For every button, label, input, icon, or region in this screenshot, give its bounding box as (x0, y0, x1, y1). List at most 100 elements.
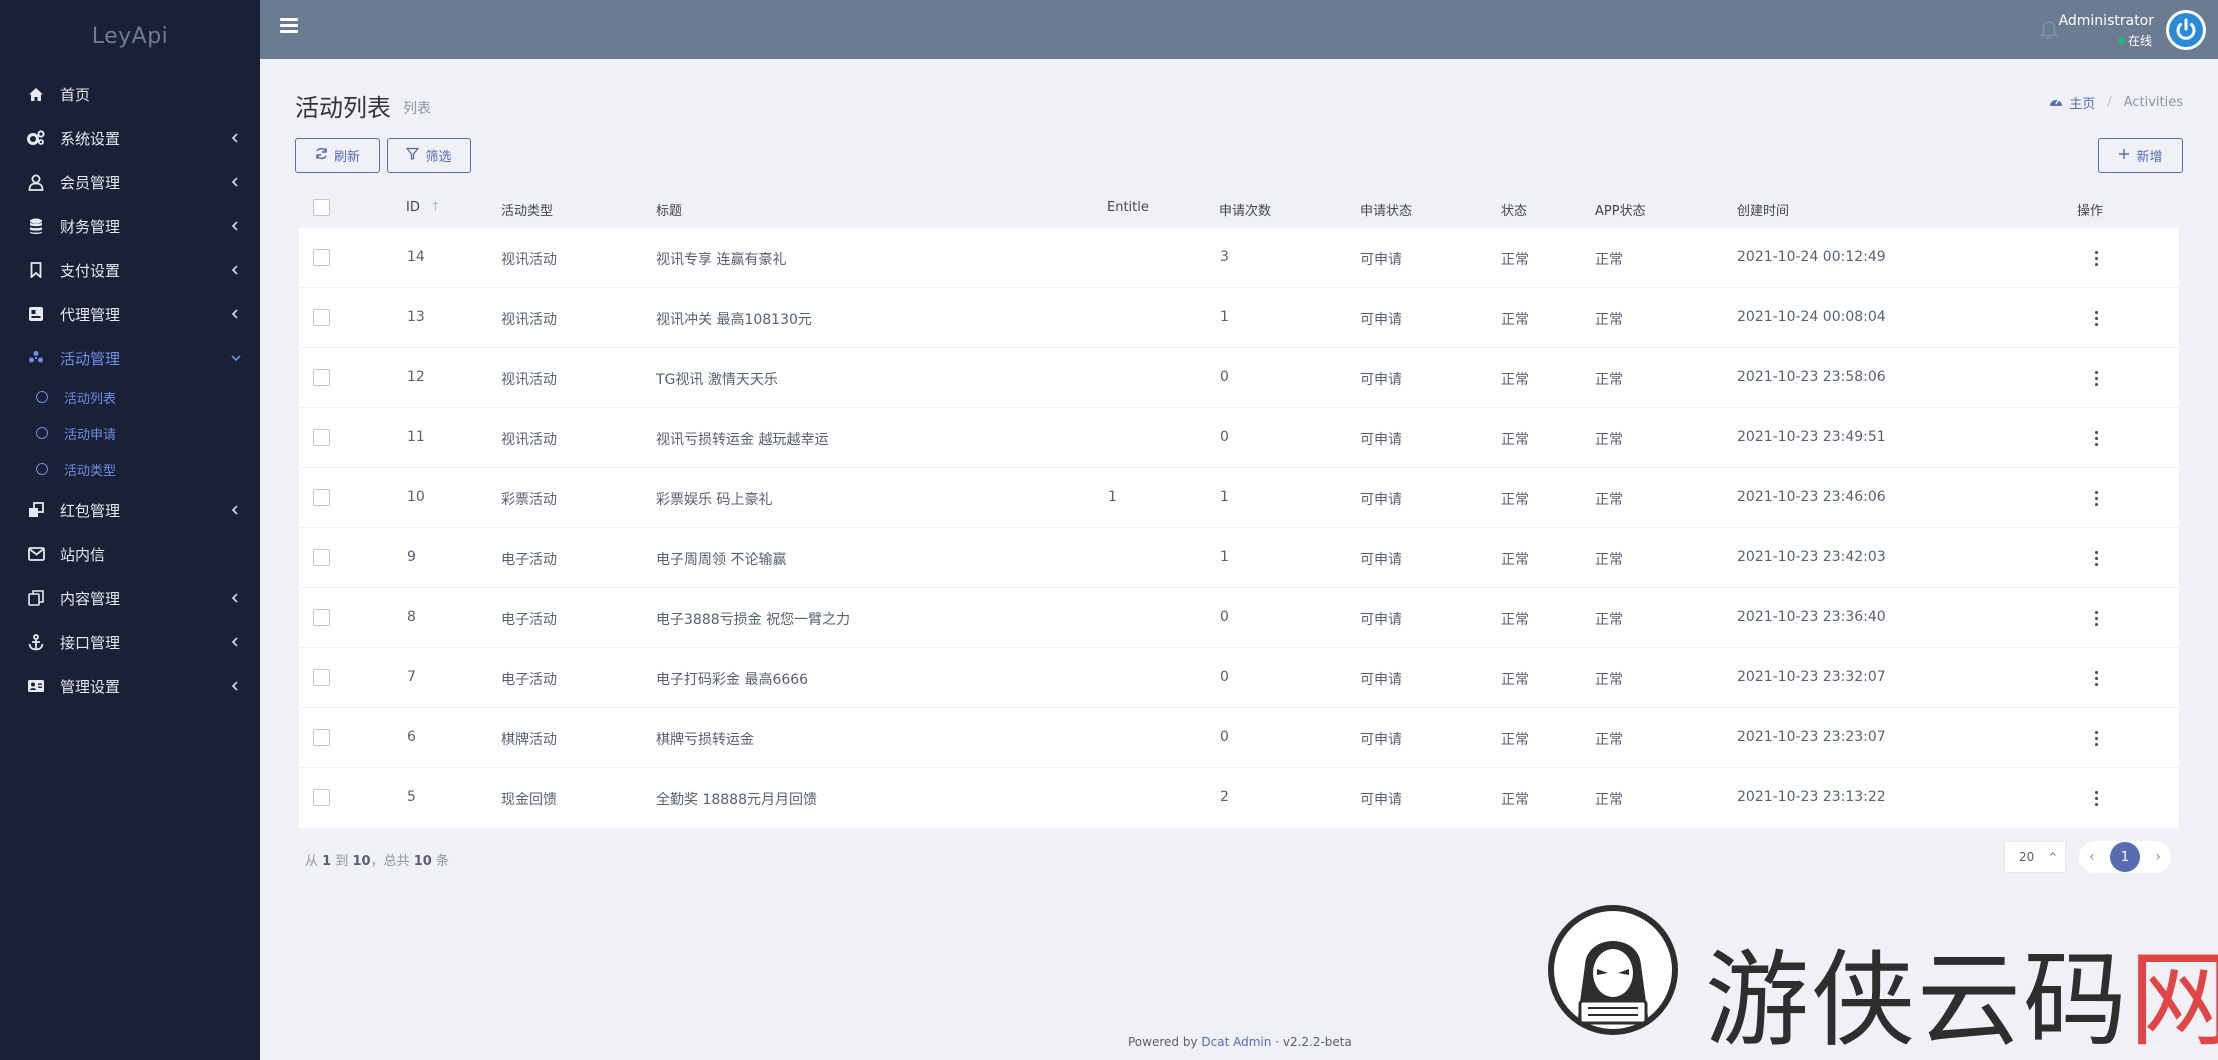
sidebar-item-agents[interactable]: 代理管理 (0, 292, 260, 336)
sidebar-item-admin-settings[interactable]: 管理设置 (0, 664, 260, 708)
row-actions-icon[interactable] (2095, 311, 2099, 326)
row-checkbox[interactable] (313, 729, 330, 746)
cell-id: 12 (407, 369, 425, 385)
row-actions-icon[interactable] (2095, 431, 2099, 446)
cell-title: 电子打码彩金 最高6666 (656, 672, 809, 688)
cell-entitle: 1 (1108, 489, 1117, 505)
chevron-left-icon (230, 590, 240, 606)
row-checkbox[interactable] (313, 249, 330, 266)
cell-type: 电子活动 (501, 672, 557, 688)
user-status: 在线 (2117, 32, 2152, 49)
row-checkbox[interactable] (313, 369, 330, 386)
select-all-checkbox[interactable] (313, 199, 330, 216)
cell-app-status: 正常 (1595, 792, 1623, 808)
page-button-current[interactable]: 1 (2110, 842, 2140, 872)
row-actions-icon[interactable] (2095, 551, 2099, 566)
row-actions-icon[interactable] (2095, 491, 2099, 506)
page-title: 活动列表 (295, 94, 391, 122)
create-button[interactable]: 新增 (2098, 138, 2183, 173)
sidebar-item-home[interactable]: 首页 (0, 72, 260, 116)
menu-toggle-icon[interactable] (280, 18, 298, 34)
refresh-button[interactable]: 刷新 (295, 138, 380, 173)
row-actions-icon[interactable] (2095, 731, 2099, 746)
sidebar-item-api[interactable]: 接口管理 (0, 620, 260, 664)
cell-title: TG视讯 激情天天乐 (656, 372, 778, 388)
row-checkbox[interactable] (313, 429, 330, 446)
sidebar-item-activities[interactable]: 活动管理 (0, 336, 260, 380)
cell-id: 11 (407, 429, 425, 445)
cell-apply-count: 3 (1220, 249, 1229, 265)
table-row: 6 棋牌活动 棋牌亏损转运金 0 可申请 正常 正常 2021-10-23 23… (299, 708, 2179, 768)
chevron-left-icon (230, 634, 240, 650)
sidebar-item-messages[interactable]: 站内信 (0, 532, 260, 576)
cell-type: 现金回馈 (501, 792, 557, 808)
user-name[interactable]: Administrator (2059, 13, 2154, 29)
cell-app-status: 正常 (1595, 552, 1623, 568)
cell-apply-count: 0 (1220, 429, 1229, 445)
cell-status: 正常 (1501, 432, 1529, 448)
row-actions-icon[interactable] (2095, 371, 2099, 386)
sidebar-subitem-activity-types[interactable]: 活动类型 (0, 451, 260, 487)
sidebar-item-red-packets[interactable]: 红包管理 (0, 488, 260, 532)
sidebar-item-content[interactable]: 内容管理 (0, 576, 260, 620)
row-checkbox[interactable] (313, 789, 330, 806)
sidebar-subitem-activity-applications[interactable]: 活动申请 (0, 415, 260, 451)
cell-type: 视讯活动 (501, 312, 557, 328)
user-icon (25, 171, 47, 193)
refresh-icon (315, 147, 328, 164)
powered-link[interactable]: Dcat Admin (1201, 1035, 1271, 1049)
row-actions-icon[interactable] (2095, 611, 2099, 626)
breadcrumb-home[interactable]: 主页 (2069, 93, 2095, 112)
cell-title: 电子周周领 不论输赢 (656, 552, 787, 568)
sidebar-item-members[interactable]: 会员管理 (0, 160, 260, 204)
column-header-id[interactable]: ID ↑ (406, 200, 441, 215)
row-actions-icon[interactable] (2095, 791, 2099, 806)
sidebar-item-label: 首页 (60, 85, 91, 104)
cell-app-status: 正常 (1595, 672, 1623, 688)
sidebar-item-label: 系统设置 (60, 129, 121, 148)
cell-created: 2021-10-23 23:32:07 (1737, 669, 1886, 685)
cell-status: 正常 (1501, 732, 1529, 748)
row-checkbox[interactable] (313, 669, 330, 686)
row-checkbox[interactable] (313, 309, 330, 326)
sort-arrow-icon[interactable]: ↑ (430, 200, 441, 215)
filter-button[interactable]: 筛选 (387, 138, 471, 173)
avatar[interactable] (2166, 10, 2206, 50)
summary-from: 1 (322, 854, 332, 869)
next-page-icon[interactable]: › (2155, 849, 2161, 865)
pagination-summary: 从 1 到 10，总共 10 条 (305, 850, 449, 869)
prev-page-icon[interactable]: ‹ (2089, 849, 2095, 865)
sidebar-subitem-activity-list[interactable]: 活动列表 (0, 379, 260, 415)
per-page-select[interactable]: 20 ^ (2004, 841, 2066, 873)
caret-up-icon: ^ (2048, 852, 2057, 863)
sidebar-item-finance[interactable]: 财务管理 (0, 204, 260, 248)
table-row: 14 视讯活动 视讯专享 连赢有豪礼 3 可申请 正常 正常 2021-10-2… (299, 228, 2179, 288)
row-checkbox[interactable] (313, 609, 330, 626)
circle-icon (36, 427, 48, 439)
row-actions-icon[interactable] (2095, 671, 2099, 686)
cell-app-status: 正常 (1595, 312, 1623, 328)
cell-created: 2021-10-23 23:36:40 (1737, 609, 1886, 625)
app-brand[interactable]: LeyApi (0, 0, 260, 72)
cell-id: 7 (407, 669, 416, 685)
chevron-left-icon (230, 218, 240, 234)
cell-id: 5 (407, 789, 416, 805)
top-navbar: Administrator 在线 (260, 0, 2218, 59)
row-checkbox[interactable] (313, 489, 330, 506)
sidebar-item-payment-settings[interactable]: 支付设置 (0, 248, 260, 292)
cell-apply-status: 可申请 (1360, 672, 1402, 688)
bell-icon[interactable] (2039, 20, 2059, 40)
column-label: ID (406, 200, 420, 215)
cell-status: 正常 (1501, 612, 1529, 628)
cell-type: 视讯活动 (501, 372, 557, 388)
summary-total-word: ，总共 (370, 854, 410, 869)
row-actions-icon[interactable] (2095, 251, 2099, 266)
breadcrumb-current: Activities (2123, 95, 2183, 110)
cell-apply-status: 可申请 (1360, 732, 1402, 748)
row-checkbox[interactable] (313, 549, 330, 566)
sidebar-item-label: 代理管理 (60, 305, 121, 324)
cell-apply-status: 可申请 (1360, 492, 1402, 508)
sidebar-item-system-settings[interactable]: 系统设置 (0, 116, 260, 160)
cell-apply-count: 0 (1220, 669, 1229, 685)
summary-prefix: 从 (305, 854, 319, 869)
